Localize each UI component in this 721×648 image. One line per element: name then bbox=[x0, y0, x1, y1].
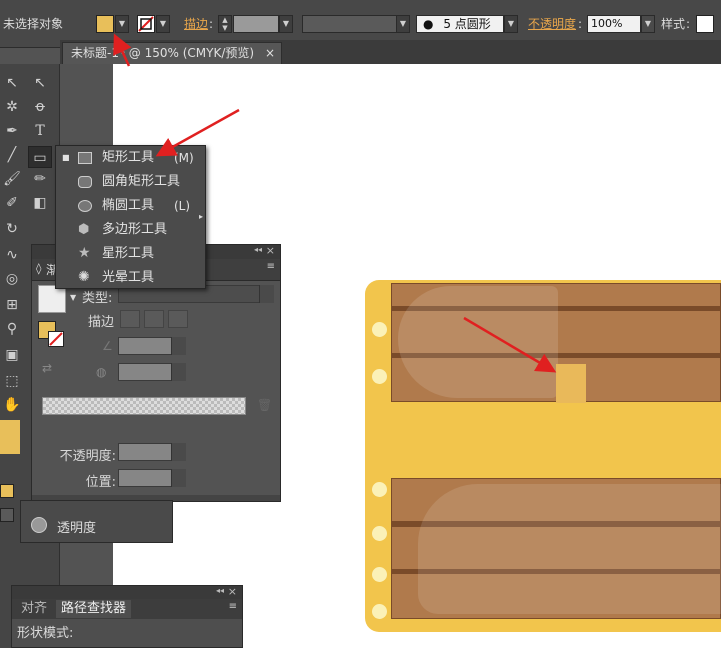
annotation-arrow bbox=[463, 316, 557, 373]
annotation-arrow bbox=[155, 108, 240, 157]
annotation-overlay bbox=[113, 33, 557, 373]
annotation-arrow bbox=[113, 33, 132, 67]
